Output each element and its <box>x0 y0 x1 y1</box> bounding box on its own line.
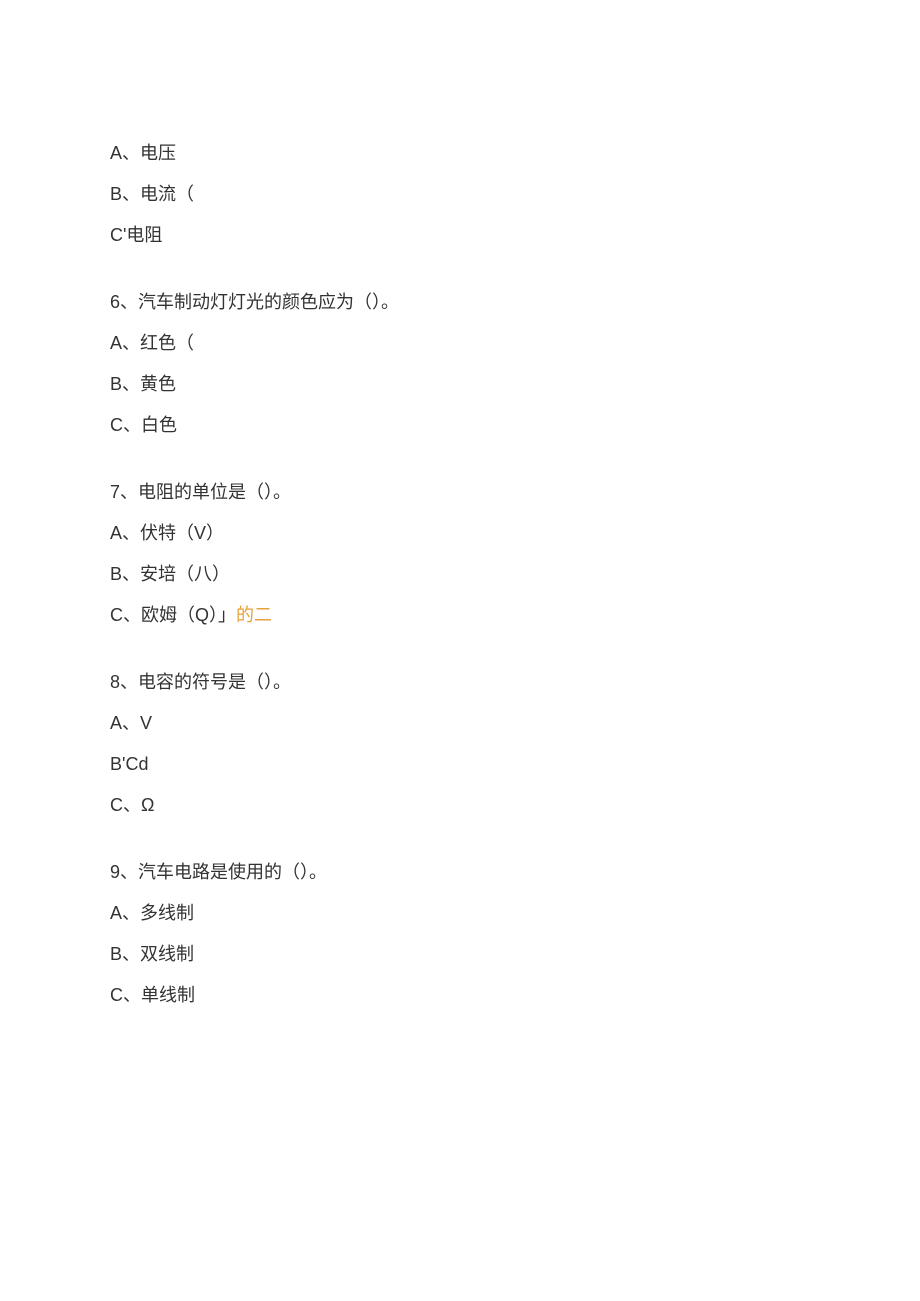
q8-option-b: B'Cd <box>110 751 810 778</box>
q9-option-a: A、多线制 <box>110 900 810 927</box>
q6-stem: 6、汽车制动灯灯光的颜色应为（）。 <box>110 289 810 316</box>
q5-option-a: A、电压 <box>110 140 810 167</box>
q7-option-c-prefix: C、欧姆（Q）」 <box>110 605 236 625</box>
q9-option-b: B、双线制 <box>110 941 810 968</box>
document-page: A、电压 B、电流（ C'电阻 6、汽车制动灯灯光的颜色应为（）。 A、红色（ … <box>0 0 920 1123</box>
q7-option-c-highlight: 的二 <box>236 605 272 625</box>
q7-stem: 7、电阻的单位是（）。 <box>110 479 810 506</box>
q7-option-a: A、伏特（V） <box>110 520 810 547</box>
q8-option-c: C、Ω <box>110 792 810 819</box>
q7-option-c: C、欧姆（Q）」的二 <box>110 602 810 629</box>
q8-option-a: A、V <box>110 710 810 737</box>
q6-option-a: A、红色（ <box>110 330 810 357</box>
q9-option-c: C、单线制 <box>110 982 810 1009</box>
q8-stem: 8、电容的符号是（）。 <box>110 669 810 696</box>
q6-option-b: B、黄色 <box>110 371 810 398</box>
q7-option-b: B、安培（八） <box>110 561 810 588</box>
q9-stem: 9、汽车电路是使用的（）。 <box>110 859 810 886</box>
q5-option-c: C'电阻 <box>110 222 810 249</box>
q5-option-b: B、电流（ <box>110 181 810 208</box>
q6-option-c: C、白色 <box>110 412 810 439</box>
